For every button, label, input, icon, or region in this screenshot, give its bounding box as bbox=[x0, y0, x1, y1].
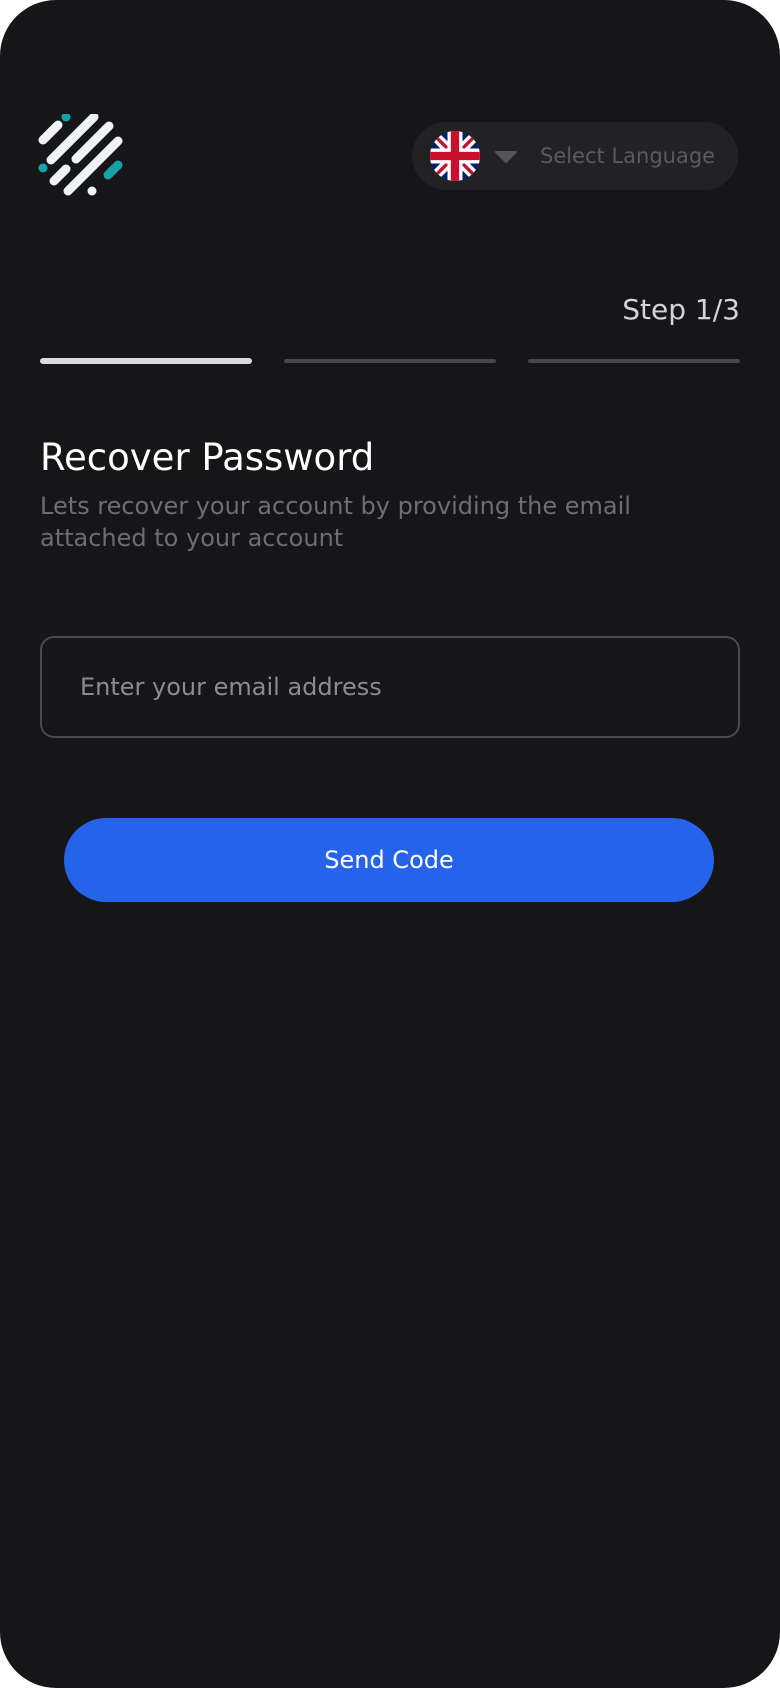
progress-segment-1 bbox=[40, 358, 252, 364]
app-screen: Select Language Step 1/3 Recover Passwor… bbox=[0, 0, 780, 1688]
language-label: Select Language bbox=[540, 144, 716, 168]
caret-down-icon bbox=[494, 149, 518, 163]
page-title: Recover Password bbox=[40, 436, 375, 479]
uk-flag-icon bbox=[430, 131, 480, 181]
send-code-button[interactable]: Send Code bbox=[64, 818, 714, 902]
progress-segment-2 bbox=[284, 359, 496, 363]
step-progress-bar bbox=[40, 358, 740, 364]
page-subtitle: Lets recover your account by providing t… bbox=[40, 492, 631, 552]
step-indicator: Step 1/3 bbox=[622, 293, 740, 326]
app-logo-icon bbox=[38, 112, 124, 200]
language-selector[interactable]: Select Language bbox=[412, 122, 738, 190]
email-input[interactable] bbox=[40, 636, 740, 738]
progress-segment-3 bbox=[528, 359, 740, 363]
